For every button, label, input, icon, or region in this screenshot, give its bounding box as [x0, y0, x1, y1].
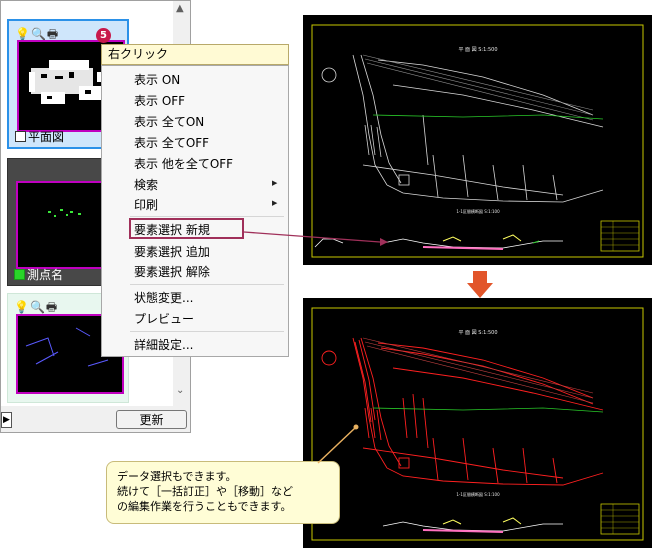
menu-item-change-state[interactable]: 状態変更... [134, 289, 193, 306]
menu-item-select-remove[interactable]: 要素選択 解除 [134, 263, 210, 280]
menu-separator [130, 216, 284, 217]
update-button[interactable]: 更新 [116, 410, 187, 429]
bulb-icon[interactable]: 💡 [14, 300, 30, 314]
step-badge: 5 [96, 28, 111, 43]
scroll-up-icon[interactable]: ▲ [176, 3, 184, 14]
menu-item-select-new[interactable]: 要素選択 新規 [134, 221, 210, 238]
menu-item-select-add[interactable]: 要素選択 追加 [134, 243, 210, 260]
submenu-arrow-icon: ▶ [272, 199, 278, 207]
right-click-label: 右クリック [101, 44, 289, 65]
section-title: 1-1区間横断図 S:1:100 [456, 208, 500, 214]
menu-item-search[interactable]: 検索 [134, 176, 158, 193]
menu-item-show-on[interactable]: 表示 ON [134, 71, 180, 88]
magnifier-icon[interactable]: 🔍 [30, 300, 46, 314]
context-menu: 表示 ON 表示 OFF 表示 全てON 表示 全てOFF 表示 他を全てOFF… [101, 65, 289, 357]
bulb-icon[interactable]: 💡 [15, 27, 31, 41]
visibility-checkbox[interactable] [15, 131, 26, 142]
note-callout: データ選択もできます。 続けて［一括訂正］や［移動］など の編集作業を行うことも… [106, 461, 340, 524]
callout-line: 続けて［一括訂正］や［移動］など [117, 485, 293, 498]
visibility-checkbox[interactable] [14, 269, 25, 280]
menu-item-print[interactable]: 印刷 [134, 196, 158, 213]
menu-item-show-off[interactable]: 表示 OFF [134, 92, 185, 109]
thumbnail-caption: 平面図 [28, 130, 65, 144]
drawing-title: 平 面 図 S:1:500 [458, 47, 497, 53]
menu-item-show-all-on[interactable]: 表示 全てON [134, 113, 204, 130]
submenu-arrow-icon: ▶ [272, 179, 278, 187]
printer-icon[interactable]: 🖶 [46, 300, 58, 314]
thumbnail-caption: 測点名 [27, 268, 64, 282]
drawing-before: 平 面 図 S:1:500 1-1区間横断図 S:1:100 [303, 15, 652, 265]
callout-line: データ選択もできます。 [117, 470, 237, 483]
menu-separator [130, 284, 284, 285]
panel-footer: ▶ 更新 [1, 407, 190, 432]
down-arrow-icon [467, 271, 493, 298]
menu-separator [130, 331, 284, 332]
menu-item-show-others-off[interactable]: 表示 他を全てOFF [134, 155, 233, 172]
play-arrow-icon[interactable]: ▶ [1, 412, 12, 428]
magnifier-icon[interactable]: 🔍 [31, 27, 47, 41]
menu-item-detail-settings[interactable]: 詳細設定... [134, 336, 193, 353]
scroll-down-icon[interactable]: ⌄ [176, 385, 184, 396]
drawing-after: 平 面 図 S:1:500 1-1区間横断図 S:1:100 [303, 298, 652, 548]
callout-line: の編集作業を行うこともできます。 [117, 500, 292, 513]
drawing-title: 平 面 図 S:1:500 [458, 330, 497, 336]
section-title: 1-1区間横断図 S:1:100 [456, 491, 500, 497]
printer-icon[interactable]: 🖶 [47, 27, 59, 41]
menu-item-show-all-off[interactable]: 表示 全てOFF [134, 134, 209, 151]
menu-item-preview[interactable]: プレビュー [134, 310, 194, 327]
